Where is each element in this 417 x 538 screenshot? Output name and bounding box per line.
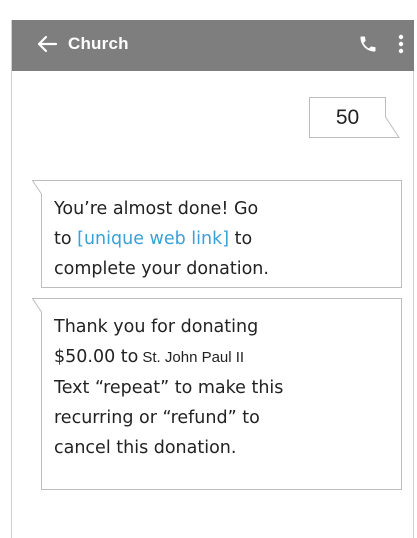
message-line: complete your donation. [54, 259, 269, 279]
screen-edge-left [11, 20, 12, 538]
phone-icon[interactable] [358, 34, 378, 54]
screen-edge-right [413, 20, 414, 538]
arrow-left-icon[interactable] [36, 33, 58, 55]
received-message-text: Thank you for donating $50.00 to St. John… [54, 312, 390, 463]
received-message-text: You’re almost done! Go to [unique web li… [54, 194, 390, 284]
message-line-suffix: to [229, 229, 253, 249]
sent-message-bubble[interactable]: 50 [309, 97, 400, 139]
church-name: St. John Paul II [142, 349, 245, 366]
received-message-bubble[interactable]: You’re almost done! Go to [unique web li… [31, 180, 402, 288]
more-vertical-icon[interactable] [396, 33, 406, 55]
unique-web-link[interactable]: [unique web link] [77, 229, 229, 249]
conversation-toolbar: Church [12, 20, 414, 71]
message-line: Thank you for donating [54, 317, 259, 337]
message-line: recurring or “refund” to [54, 408, 260, 428]
message-line: $50.00 to St. John Paul II [54, 342, 390, 373]
phone-screen: Church 50 You’re almost done! Go to [uni… [0, 0, 417, 538]
message-line: Text “repeat” to make this [54, 378, 284, 398]
donation-amount: $50.00 to [54, 347, 139, 367]
conversation-title: Church [68, 34, 129, 53]
message-line: to [unique web link] to [54, 224, 390, 254]
message-line: You’re almost done! Go [54, 199, 259, 219]
sent-message-text: 50 [335, 106, 360, 129]
received-message-bubble[interactable]: Thank you for donating $50.00 to St. John… [31, 298, 402, 490]
message-line-prefix: to [54, 229, 78, 249]
message-line: cancel this donation. [54, 438, 237, 458]
